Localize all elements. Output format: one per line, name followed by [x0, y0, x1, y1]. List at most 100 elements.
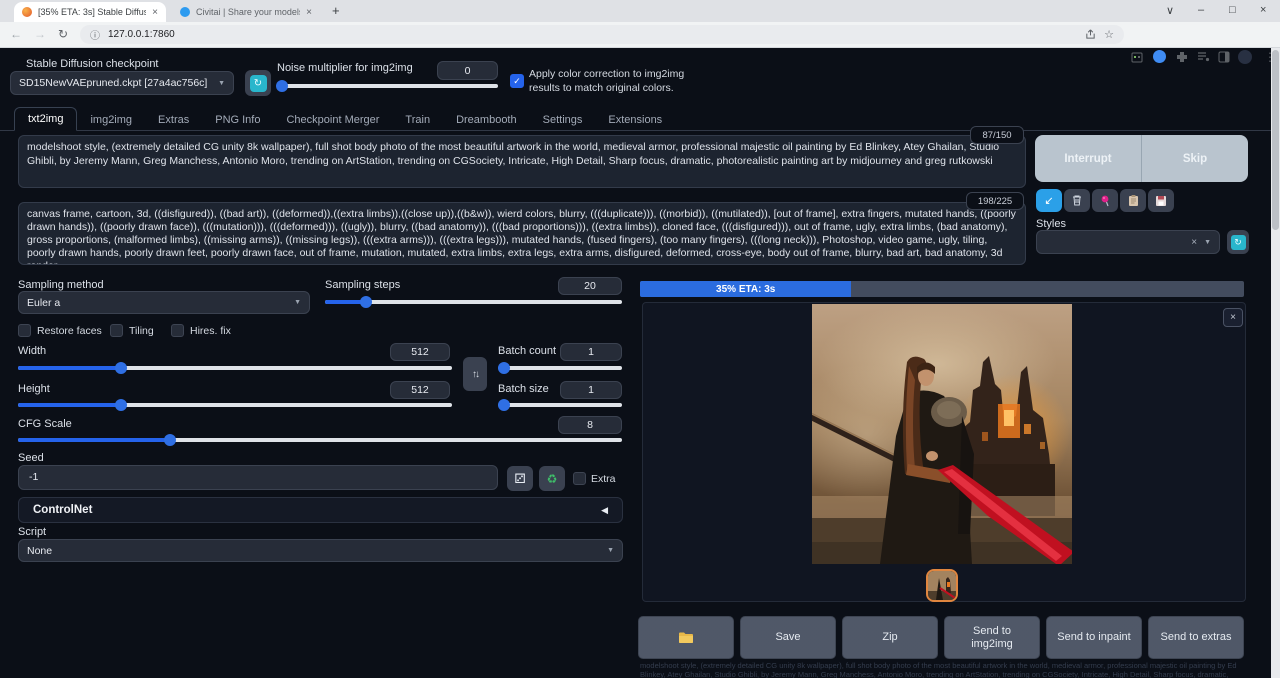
- tab-search-chevron-icon[interactable]: ∨: [1166, 4, 1174, 17]
- tab-checkpoint-merger[interactable]: Checkpoint Merger: [273, 109, 392, 131]
- window-close-icon[interactable]: ×: [1260, 4, 1266, 16]
- height-slider[interactable]: [18, 399, 452, 411]
- checkpoint-refresh-button[interactable]: ↻: [245, 70, 271, 96]
- forward-icon[interactable]: →: [34, 27, 46, 41]
- batch-size-input[interactable]: 1: [560, 381, 622, 399]
- extension-list-icon[interactable]: [1197, 51, 1210, 63]
- open-folder-button[interactable]: [638, 616, 734, 659]
- script-label: Script: [18, 526, 46, 538]
- tiling-label: Tiling: [129, 325, 154, 337]
- send-to-inpaint-button[interactable]: Send to inpaint: [1046, 616, 1142, 659]
- browser-tab-civitai[interactable]: Civitai | Share your models ×: [172, 2, 320, 22]
- gallery-thumbnail-selected[interactable]: [926, 569, 958, 602]
- controlnet-accordion[interactable]: ControlNet ◀: [18, 497, 623, 523]
- skip-button[interactable]: Skip: [1142, 135, 1248, 182]
- checkpoint-label: Stable Diffusion checkpoint: [26, 58, 159, 70]
- address-bar[interactable]: ⓘ 127.0.0.1:7860 ☆: [80, 25, 1124, 44]
- chevron-down-icon: ▼: [1204, 239, 1211, 246]
- width-input[interactable]: 512: [390, 343, 450, 361]
- clear-styles-icon[interactable]: ×: [1191, 237, 1197, 248]
- width-label: Width: [18, 345, 46, 357]
- seed-input[interactable]: -1: [18, 465, 498, 490]
- tab-close-icon[interactable]: ×: [152, 7, 158, 18]
- scrollbar-thumb[interactable]: [1272, 50, 1279, 230]
- thumbnail-image: [928, 571, 956, 600]
- random-seed-button[interactable]: ⚂: [507, 466, 533, 491]
- tab-close-icon[interactable]: ×: [306, 7, 312, 18]
- sampling-steps-input[interactable]: 20: [558, 277, 622, 295]
- save-style-button[interactable]: [1148, 189, 1174, 212]
- batch-count-input[interactable]: 1: [560, 343, 622, 361]
- seed-extra-checkbox[interactable]: [573, 472, 586, 485]
- styles-dropdown[interactable]: × ▼: [1036, 230, 1220, 254]
- seed-extra-label: Extra: [591, 473, 616, 485]
- script-value: None: [27, 545, 607, 557]
- apply-styles-button[interactable]: [1120, 189, 1146, 212]
- send-to-img2img-button[interactable]: Send to img2img: [944, 616, 1040, 659]
- send-to-extras-button[interactable]: Send to extras: [1148, 616, 1244, 659]
- noise-multiplier-input[interactable]: 0: [437, 61, 498, 80]
- back-icon[interactable]: ←: [10, 27, 22, 41]
- width-slider[interactable]: [18, 362, 452, 374]
- height-input[interactable]: 512: [390, 381, 450, 399]
- profile-avatar[interactable]: [1238, 50, 1252, 64]
- generated-image[interactable]: [812, 304, 1072, 564]
- art-palette-button[interactable]: [1092, 189, 1118, 212]
- batch-size-label: Batch size: [498, 383, 549, 395]
- color-correction-checkbox[interactable]: ✓: [510, 74, 524, 88]
- sampling-method-dropdown[interactable]: Euler a ▼: [18, 291, 310, 314]
- close-gallery-button[interactable]: ×: [1223, 308, 1243, 327]
- clear-prompt-button[interactable]: [1064, 189, 1090, 212]
- script-dropdown[interactable]: None ▼: [18, 539, 623, 562]
- styles-refresh-button[interactable]: ↻: [1227, 230, 1249, 254]
- tab-txt2img[interactable]: txt2img: [14, 107, 77, 131]
- floppy-disk-icon: [1155, 195, 1167, 207]
- chevron-down-icon: ▼: [607, 547, 614, 554]
- tiling-checkbox[interactable]: [110, 324, 123, 337]
- prompt-token-counter: 87/150: [970, 126, 1024, 144]
- extension-calendar-icon[interactable]: [1131, 51, 1143, 63]
- reuse-seed-button[interactable]: ♻: [539, 466, 565, 491]
- noise-multiplier-slider[interactable]: [281, 80, 498, 92]
- tab-dreambooth[interactable]: Dreambooth: [443, 109, 530, 131]
- tab-extras[interactable]: Extras: [145, 109, 202, 131]
- page-scrollbar[interactable]: [1271, 48, 1280, 678]
- zip-button[interactable]: Zip: [842, 616, 938, 659]
- hires-fix-checkbox[interactable]: [171, 324, 184, 337]
- tab-png-info[interactable]: PNG Info: [202, 109, 273, 131]
- height-label: Height: [18, 383, 50, 395]
- dice-icon: ⚂: [514, 471, 525, 487]
- batch-count-slider[interactable]: [498, 362, 622, 374]
- paste-generation-params-button[interactable]: ↙: [1036, 189, 1062, 212]
- window-minimize-icon[interactable]: –: [1198, 4, 1204, 16]
- prompt-textarea[interactable]: modelshoot style, (extremely detailed CG…: [18, 135, 1026, 188]
- save-button[interactable]: Save: [740, 616, 836, 659]
- batch-size-slider[interactable]: [498, 399, 622, 411]
- interrupt-button[interactable]: Interrupt: [1035, 135, 1141, 182]
- tab-extensions[interactable]: Extensions: [595, 109, 675, 131]
- sampling-steps-slider[interactable]: [325, 296, 622, 308]
- cfg-scale-slider[interactable]: [18, 434, 622, 446]
- browser-tab-title: Civitai | Share your models: [196, 7, 300, 17]
- new-tab-button[interactable]: +: [332, 3, 340, 18]
- tab-settings[interactable]: Settings: [530, 109, 596, 131]
- extension-blue-icon[interactable]: [1153, 50, 1166, 63]
- site-info-icon[interactable]: ⓘ: [90, 27, 100, 42]
- side-panel-icon[interactable]: [1218, 51, 1230, 63]
- swap-width-height-button[interactable]: ↑↓: [463, 357, 487, 391]
- reload-icon[interactable]: ↻: [58, 27, 68, 41]
- restore-faces-checkbox[interactable]: [18, 324, 31, 337]
- share-icon[interactable]: [1085, 29, 1096, 40]
- tab-img2img[interactable]: img2img: [77, 109, 145, 131]
- browser-tab-active[interactable]: [35% ETA: 3s] Stable Diffusion ×: [14, 2, 166, 22]
- bookmark-star-icon[interactable]: ☆: [1104, 28, 1114, 41]
- check-icon: ✓: [513, 76, 521, 86]
- sampling-steps-label: Sampling steps: [325, 279, 400, 291]
- folder-icon: [678, 631, 694, 644]
- cfg-scale-input[interactable]: 8: [558, 416, 622, 434]
- tab-train[interactable]: Train: [392, 109, 443, 131]
- negative-prompt-textarea[interactable]: canvas frame, cartoon, 3d, ((disfigured)…: [18, 202, 1026, 265]
- checkpoint-dropdown[interactable]: SD15NewVAEpruned.ckpt [27a4ac756c] ▼: [10, 71, 234, 95]
- window-maximize-icon[interactable]: □: [1229, 4, 1236, 16]
- extensions-puzzle-icon[interactable]: [1176, 51, 1188, 63]
